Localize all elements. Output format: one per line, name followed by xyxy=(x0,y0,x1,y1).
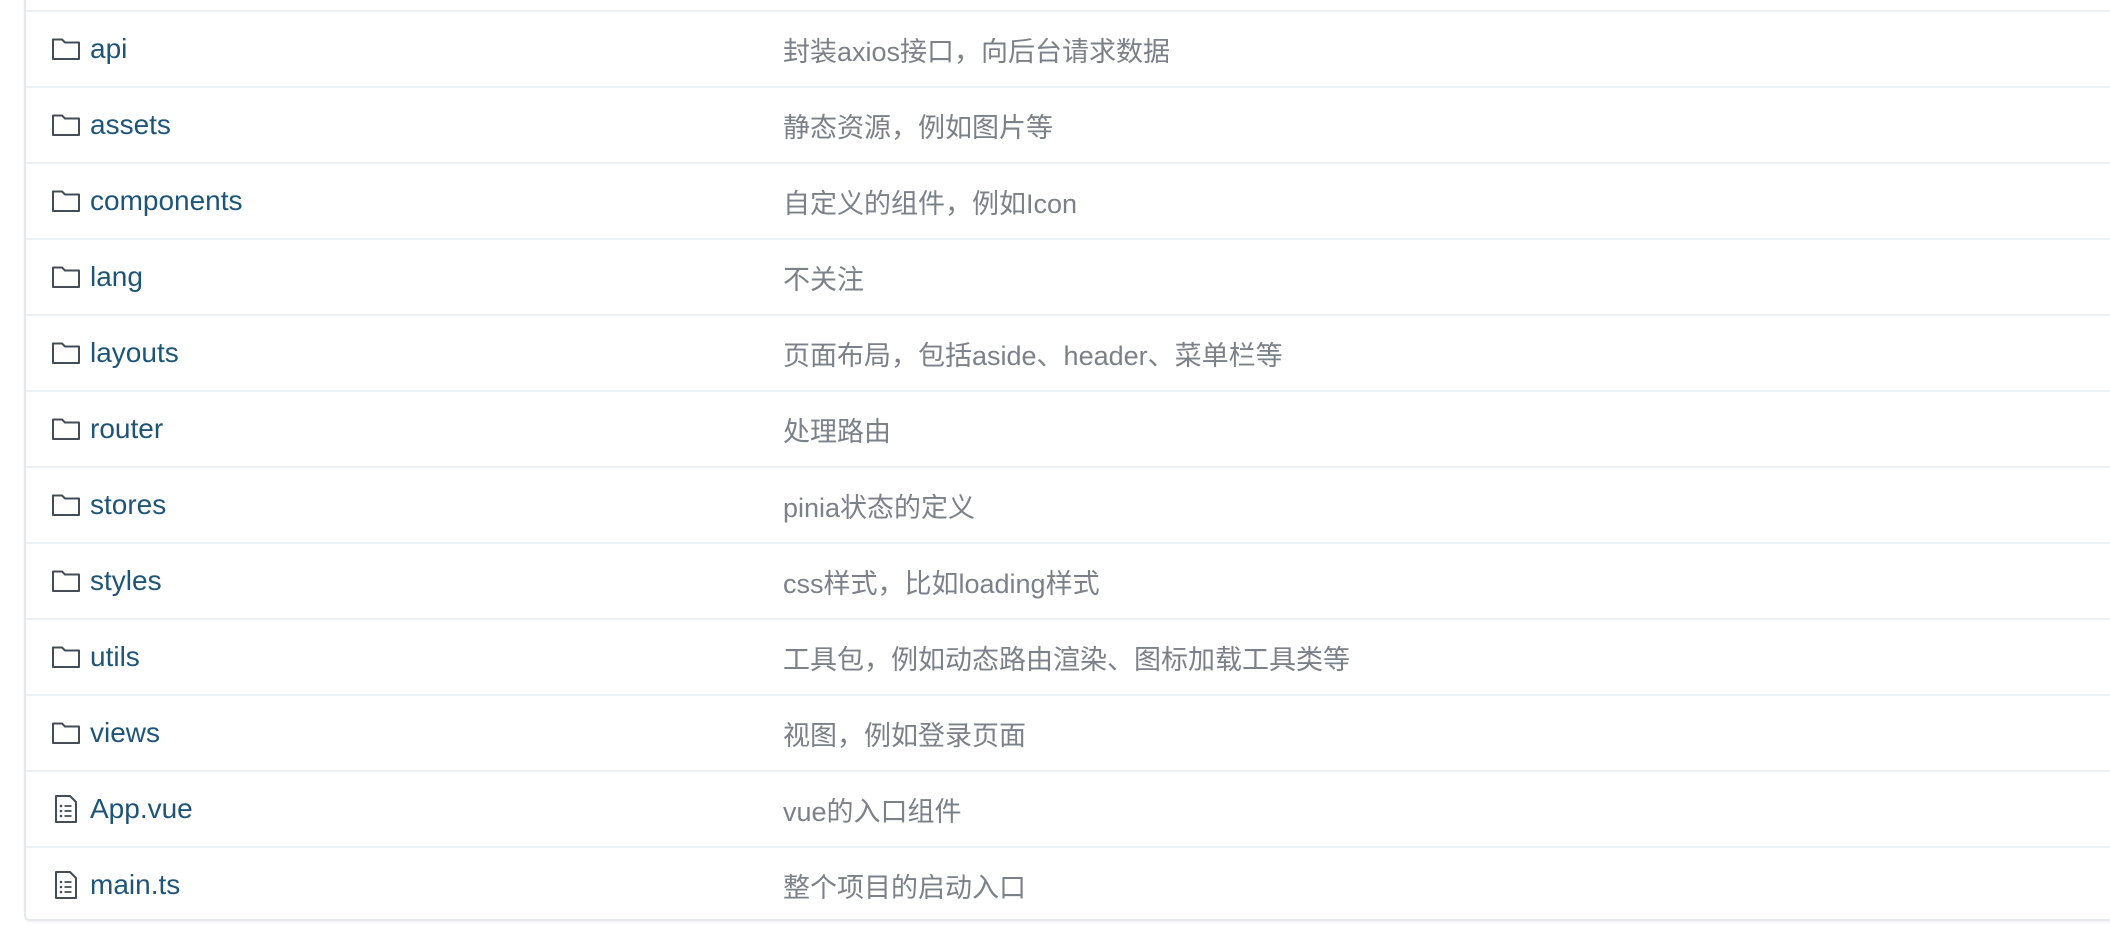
folder-icon xyxy=(51,414,81,444)
file-name-link[interactable]: lang xyxy=(90,261,143,293)
folder-icon xyxy=(51,718,81,748)
file-description: 整个项目的启动入口 xyxy=(783,872,1026,903)
file-text-icon xyxy=(51,794,81,824)
folder-icon xyxy=(51,262,81,292)
file-description: 封装axios接口，向后台请求数据 xyxy=(783,36,1171,67)
file-name-link[interactable]: utils xyxy=(90,641,140,673)
file-row[interactable]: main.ts 整个项目的启动入口 xyxy=(26,846,2110,922)
file-name-link[interactable]: views xyxy=(90,717,160,749)
file-row[interactable]: styles css样式，比如loading样式 xyxy=(26,542,2110,618)
file-row[interactable]: assets 静态资源，例如图片等 xyxy=(26,86,2110,162)
file-name-link[interactable]: main.ts xyxy=(90,869,180,901)
folder-icon xyxy=(51,566,81,596)
file-row[interactable]: components 自定义的组件，例如Icon xyxy=(26,162,2110,238)
folder-icon xyxy=(51,110,81,140)
file-name-link[interactable]: App.vue xyxy=(90,793,193,825)
file-description: 处理路由 xyxy=(783,416,891,447)
file-description: vue的入口组件 xyxy=(783,796,962,827)
folder-icon xyxy=(51,642,81,672)
file-description: css样式，比如loading样式 xyxy=(783,568,1100,599)
file-name-link[interactable]: api xyxy=(90,33,127,65)
file-description: 工具包，例如动态路由渲染、图标加载工具类等 xyxy=(783,644,1350,675)
file-name-link[interactable]: assets xyxy=(90,109,171,141)
file-name-link[interactable]: router xyxy=(90,413,163,445)
file-row[interactable]: utils 工具包，例如动态路由渲染、图标加载工具类等 xyxy=(26,618,2110,694)
file-row[interactable]: layouts 页面布局，包括aside、header、菜单栏等 xyxy=(26,314,2110,390)
file-description: pinia状态的定义 xyxy=(783,492,976,523)
file-description: 自定义的组件，例如Icon xyxy=(783,188,1078,219)
folder-icon xyxy=(51,186,81,216)
file-row[interactable]: App.vue vue的入口组件 xyxy=(26,770,2110,846)
file-name-link[interactable]: styles xyxy=(90,565,162,597)
file-list: api 封装axios接口，向后台请求数据 assets 静态资源，例如图片等 … xyxy=(26,10,2110,922)
folder-icon xyxy=(51,338,81,368)
file-description: 页面布局，包括aside、header、菜单栏等 xyxy=(783,340,1283,371)
file-description: 不关注 xyxy=(783,264,864,295)
file-description: 静态资源，例如图片等 xyxy=(783,112,1053,143)
file-text-icon xyxy=(51,870,81,900)
file-description: 视图，例如登录页面 xyxy=(783,720,1026,751)
file-name-link[interactable]: components xyxy=(90,185,243,217)
file-name-link[interactable]: stores xyxy=(90,489,166,521)
file-row[interactable]: router 处理路由 xyxy=(26,390,2110,466)
file-row[interactable]: lang 不关注 xyxy=(26,238,2110,314)
file-name-link[interactable]: layouts xyxy=(90,337,179,369)
file-row[interactable]: api 封装axios接口，向后台请求数据 xyxy=(26,10,2110,86)
file-row[interactable]: stores pinia状态的定义 xyxy=(26,466,2110,542)
folder-icon xyxy=(51,34,81,64)
folder-icon xyxy=(51,490,81,520)
file-row[interactable]: views 视图，例如登录页面 xyxy=(26,694,2110,770)
